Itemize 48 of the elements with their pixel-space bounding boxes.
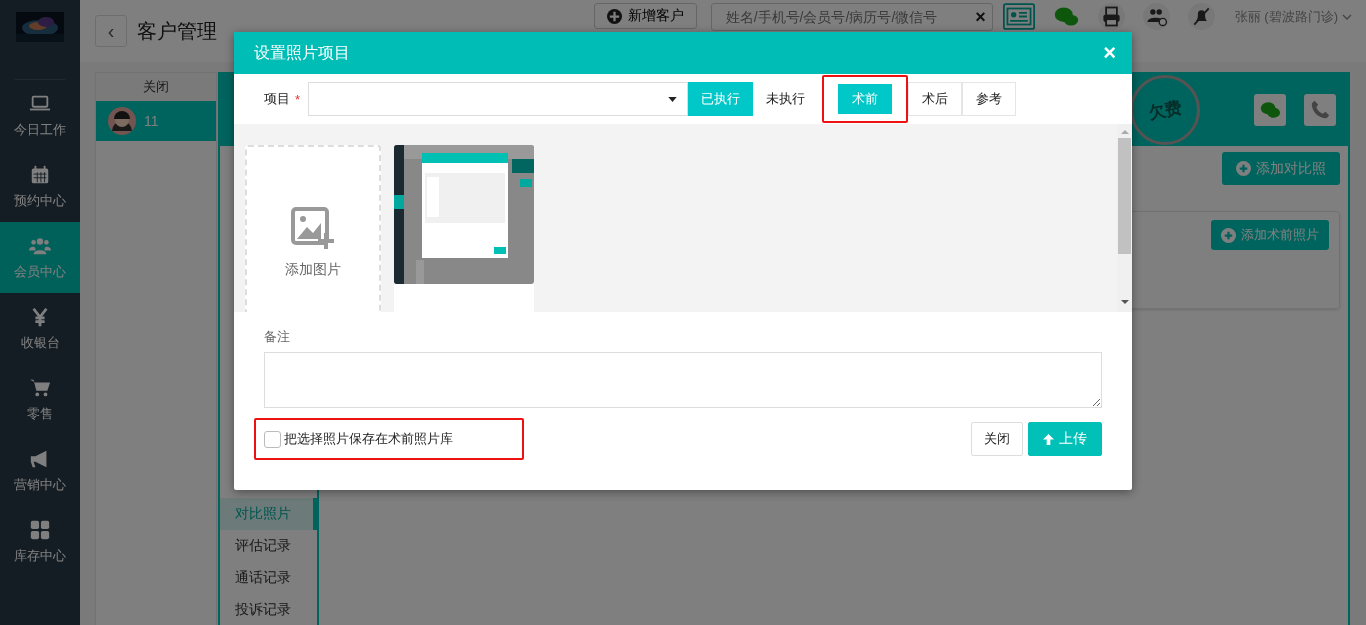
add-image-tile[interactable]: 添加图片: [245, 145, 381, 312]
checkbox-label: 把选择照片保存在术前照片库: [284, 430, 453, 448]
sidebar-item[interactable]: 营销中心: [0, 435, 80, 506]
phase-option[interactable]: 术后: [908, 82, 963, 116]
phase-option[interactable]: 参考: [962, 82, 1017, 116]
tab[interactable]: 通话记录: [220, 562, 317, 594]
back-button[interactable]: ‹: [95, 15, 127, 47]
caret-icon: [1342, 13, 1352, 20]
checkbox[interactable]: [264, 430, 281, 448]
plus-circle-icon: [1236, 161, 1251, 176]
search-field[interactable]: 姓名/手机号/会员号/病历号/微信号 ×: [710, 3, 993, 31]
calendar-icon: [29, 163, 51, 186]
plus-circle-icon: [1221, 227, 1236, 243]
chat-bubbles-icon: [1259, 99, 1281, 121]
photo-card[interactable]: [394, 145, 534, 312]
sidebar-item[interactable]: 今日工作: [0, 80, 80, 151]
printer-icon[interactable]: [1097, 3, 1125, 30]
grid-icon: [29, 518, 51, 541]
sidebar-item[interactable]: 预约中心: [0, 151, 80, 222]
people-clock-icon[interactable]: [1142, 3, 1170, 30]
field-label: 项目: [264, 90, 290, 108]
close-tab[interactable]: 关闭: [96, 73, 216, 101]
project-select[interactable]: [308, 82, 689, 116]
dialog-title: 设置照片项目: [254, 42, 350, 63]
note-label: 备注: [264, 328, 291, 346]
note-field[interactable]: [264, 352, 1102, 408]
close-button[interactable]: ×: [1101, 42, 1118, 64]
tab[interactable]: 投诉记录: [220, 594, 317, 625]
phone-button[interactable]: [1304, 94, 1336, 126]
sidebar-item[interactable]: 库存中心: [0, 506, 80, 577]
wechat-button[interactable]: [1254, 94, 1286, 126]
tab[interactable]: 评估记录: [220, 530, 317, 562]
avatar-icon: [108, 107, 136, 135]
id-card-icon[interactable]: [1002, 3, 1035, 30]
sidebar-item[interactable]: 零售: [0, 364, 80, 435]
sidebar-item[interactable]: 收银台: [0, 293, 80, 364]
upload-button[interactable]: 上传: [1028, 422, 1102, 456]
image-add-icon: [291, 207, 335, 251]
required-mark: *: [295, 91, 301, 107]
clear-button[interactable]: ×: [975, 6, 986, 28]
plus-circle-icon: [606, 8, 622, 24]
new-customer-button[interactable]: 新增客户: [593, 3, 697, 29]
caret-icon: [668, 96, 678, 102]
close-button[interactable]: 关闭: [971, 422, 1023, 456]
bell-slash-icon[interactable]: [1187, 3, 1215, 30]
phone-icon: [1309, 99, 1331, 121]
page-title: 客户管理: [137, 18, 217, 44]
arrow-up-icon: [1043, 433, 1054, 445]
